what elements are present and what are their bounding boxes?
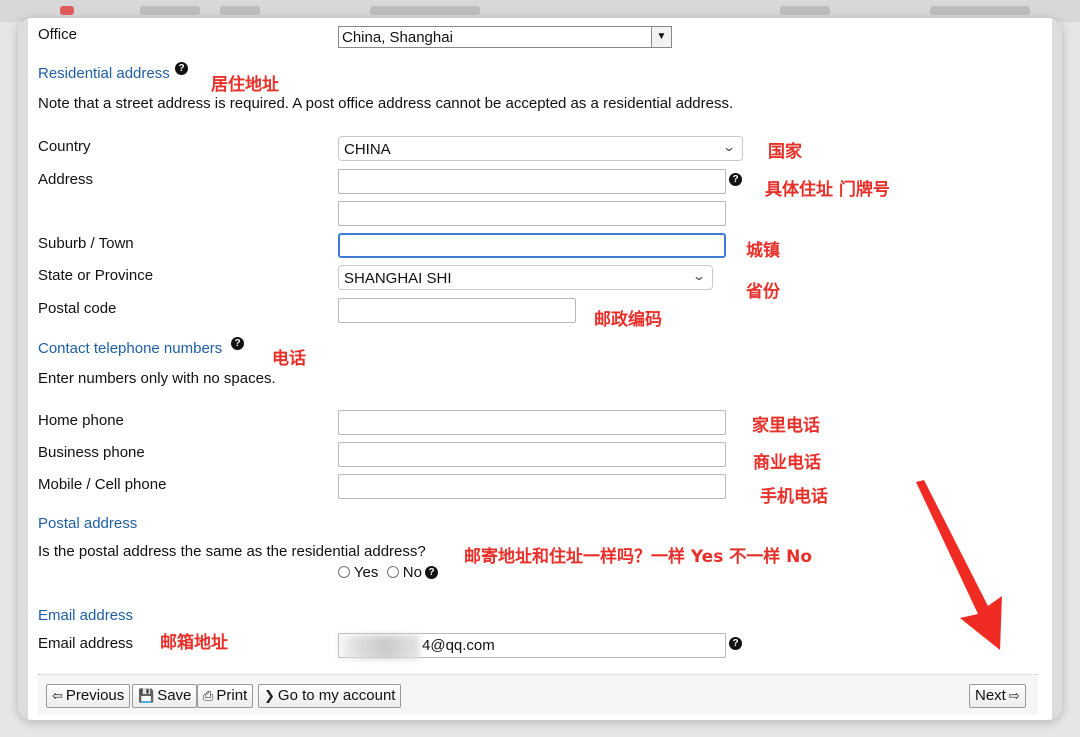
chevron-down-icon: ⌄ — [691, 269, 707, 283]
chevron-right-icon: ❯ — [264, 688, 275, 703]
postal-code-label: Postal code — [38, 300, 117, 317]
suburb-annotation: 城镇 — [746, 241, 780, 261]
browser-tab[interactable] — [930, 6, 1030, 15]
mobile-phone-label: Mobile / Cell phone — [38, 476, 167, 493]
arrow-left-icon: ⇦ — [52, 688, 63, 703]
contact-note: Enter numbers only with no spaces. — [38, 370, 276, 387]
residential-note: Note that a street address is required. … — [38, 95, 734, 112]
browser-tab[interactable] — [780, 6, 830, 15]
state-label: State or Province — [38, 267, 154, 284]
state-annotation: 省份 — [746, 282, 780, 302]
help-icon[interactable]: ? — [729, 637, 742, 650]
help-icon[interactable]: ? — [425, 566, 438, 579]
arrow-right-icon: ⇨ — [1008, 688, 1020, 703]
email-heading: Email address — [38, 607, 134, 624]
yes-radio[interactable] — [338, 566, 350, 578]
help-icon[interactable]: ? — [231, 337, 244, 350]
no-label[interactable]: No — [403, 564, 422, 581]
postal-heading: Postal address — [38, 515, 138, 532]
red-pointer-arrow — [916, 480, 1002, 650]
business-phone-input[interactable] — [338, 442, 726, 467]
suburb-input[interactable] — [338, 233, 726, 258]
country-select[interactable]: CHINA ⌄ — [338, 136, 743, 161]
form-page: Office China, Shanghai ▼ Residential add… — [18, 18, 1062, 720]
mobile-phone-input[interactable] — [338, 474, 726, 499]
suburb-label: Suburb / Town — [38, 235, 134, 252]
yes-label[interactable]: Yes — [354, 564, 378, 581]
postal-code-input[interactable] — [338, 298, 576, 323]
next-button[interactable]: Next ⇨ — [969, 684, 1026, 708]
postal-annotation: 邮寄地址和住址一样吗？一样 Yes 不一样 No — [464, 547, 813, 567]
country-annotation: 国家 — [768, 142, 802, 162]
save-label: Save — [157, 687, 192, 704]
help-icon[interactable]: ? — [175, 62, 188, 75]
home-phone-annotation: 家里电话 — [752, 416, 820, 436]
previous-button[interactable]: ⇦ Previous — [46, 684, 131, 708]
browser-tab-icon — [60, 6, 74, 15]
email-value: 4@qq.com — [422, 637, 495, 654]
state-value: SHANGHAI SHI — [344, 270, 452, 287]
residential-annotation: 居住地址 — [211, 75, 279, 95]
left-border — [18, 18, 28, 720]
country-value: CHINA — [344, 141, 391, 158]
save-icon: 💾 — [138, 688, 155, 703]
office-select[interactable]: China, Shanghai ▼ — [338, 26, 672, 48]
chevron-down-icon: ⌄ — [721, 140, 737, 154]
help-icon[interactable]: ? — [729, 173, 742, 186]
no-radio[interactable] — [386, 566, 399, 578]
previous-label: Previous — [65, 687, 125, 704]
residential-heading: Residential address — [38, 65, 170, 82]
contact-annotation: 电话 — [272, 349, 306, 369]
next-label: Next — [975, 687, 1006, 704]
country-label: Country — [38, 138, 91, 155]
business-phone-annotation: 商业电话 — [753, 453, 821, 473]
home-phone-input[interactable] — [338, 410, 726, 435]
right-border — [1052, 18, 1062, 720]
dropdown-arrow-icon[interactable]: ▼ — [651, 27, 671, 47]
browser-tab[interactable] — [370, 6, 480, 15]
email-label: Email address — [38, 635, 134, 652]
print-icon: ⎙ — [203, 688, 214, 703]
email-annotation: 邮箱地址 — [160, 633, 228, 653]
home-phone-label: Home phone — [38, 412, 124, 429]
office-label: Office — [38, 26, 77, 43]
browser-tab[interactable] — [220, 6, 260, 15]
address-label: Address — [38, 171, 94, 188]
state-select[interactable]: SHANGHAI SHI ⌄ — [338, 265, 713, 290]
address-line1-input[interactable] — [338, 169, 726, 194]
postal-question: Is the postal address the same as the re… — [38, 543, 426, 560]
print-button[interactable]: ⎙ Print — [197, 684, 254, 708]
my-account-label: Go to my account — [277, 687, 396, 704]
office-value: China, Shanghai — [342, 29, 453, 46]
redaction-blur — [334, 635, 420, 659]
my-account-button[interactable]: ❯ Go to my account — [258, 684, 402, 708]
red-pointer-arrow-shape — [916, 480, 1002, 650]
save-button[interactable]: 💾 Save — [132, 684, 198, 708]
address-annotation: 具体住址 门牌号 — [765, 180, 890, 200]
postal-code-annotation: 邮政编码 — [594, 310, 662, 330]
address-line2-input[interactable] — [338, 201, 726, 226]
postal-same-radio-group: Yes No — [338, 564, 422, 581]
mobile-phone-annotation: 手机电话 — [760, 487, 828, 507]
print-label: Print — [216, 687, 248, 704]
footer-bar: ⇦ Previous 💾 Save ⎙ Print ❯ Go to my account… — [38, 674, 1038, 715]
business-phone-label: Business phone — [38, 444, 145, 461]
contact-heading: Contact telephone numbers — [38, 340, 223, 357]
browser-tab[interactable] — [140, 6, 200, 15]
